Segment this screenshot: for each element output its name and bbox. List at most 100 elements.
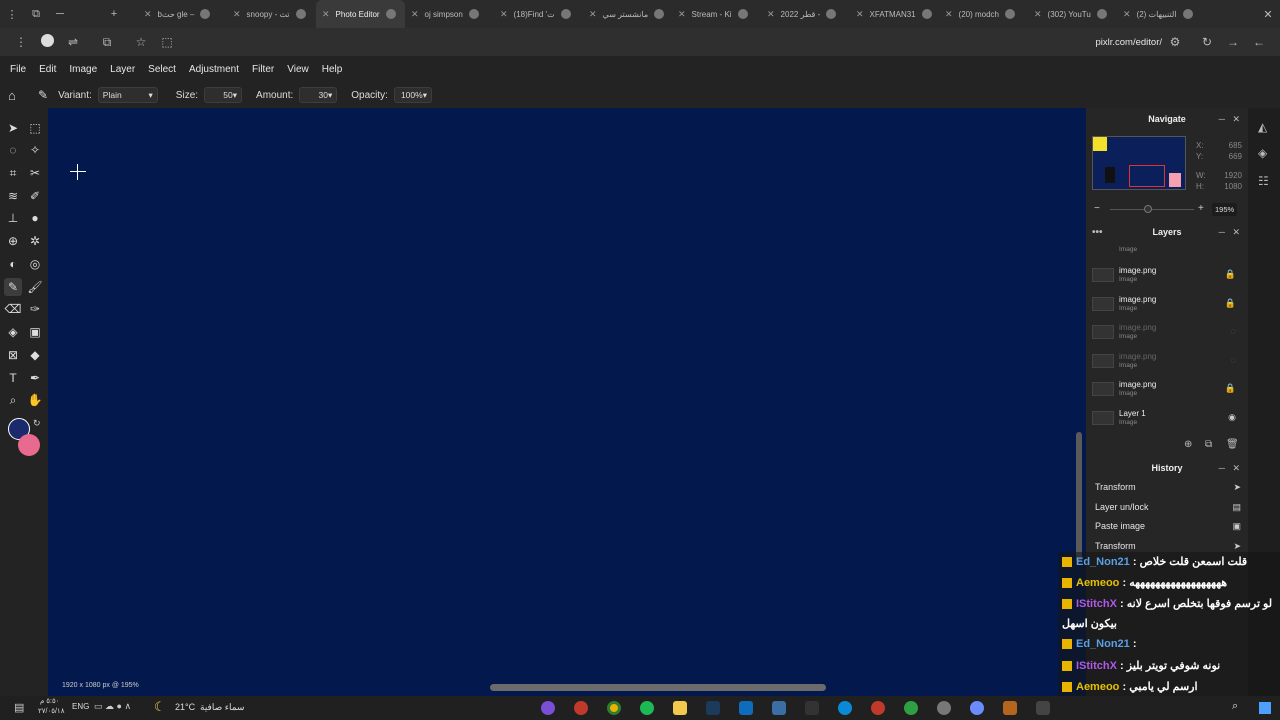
menu-item-edit[interactable]: Edit <box>39 64 56 75</box>
clone-stamp-icon[interactable]: ⊥ <box>4 209 22 227</box>
text-tool-icon[interactable]: T <box>4 369 22 387</box>
eyedropper-icon[interactable]: ✒ <box>26 369 44 387</box>
outlook-icon[interactable] <box>739 701 753 715</box>
vertical-scrollbar[interactable] <box>1076 432 1082 562</box>
red-eye-tool-icon[interactable]: ◎ <box>26 255 44 273</box>
new-tab-button[interactable]: + <box>102 8 126 20</box>
pencil-tool-icon[interactable]: ✎ <box>4 278 22 296</box>
layers-panel-icon[interactable]: ◈ <box>1258 146 1267 160</box>
menu-item-image[interactable]: Image <box>69 64 97 75</box>
settings-icon[interactable] <box>937 701 951 715</box>
customize-icon[interactable]: ⇌ <box>60 35 86 49</box>
brush-tool-icon[interactable]: 🖌 <box>26 278 44 296</box>
menu-item-layer[interactable]: Layer <box>110 64 135 75</box>
layers-controls[interactable]: ─ ✕ <box>1219 227 1240 238</box>
eye-hidden-icon[interactable]: ◌ <box>1231 355 1236 365</box>
app-icon-dark[interactable] <box>1036 701 1050 715</box>
amount-input[interactable]: 30 ▾ <box>299 87 338 103</box>
browser-tab[interactable]: ✕ oj simpson <box>405 0 494 28</box>
site-settings-icon[interactable]: ⚙ <box>1162 35 1188 49</box>
fill-tool-icon[interactable]: ◈ <box>4 323 22 341</box>
xbox-icon[interactable] <box>904 701 918 715</box>
crop-tool-icon[interactable]: ⌗ <box>4 164 22 182</box>
lock-icon[interactable]: 🔒 <box>1225 269 1236 280</box>
history-item[interactable]: Transform ➤ <box>1095 482 1241 492</box>
home-icon[interactable]: ⌂ <box>8 88 26 103</box>
app-icon-red[interactable] <box>871 701 885 715</box>
hand-tool-icon[interactable]: ✋ <box>26 391 44 409</box>
layers-menu-icon[interactable]: ••• <box>1092 227 1103 238</box>
zoom-slider[interactable] <box>1110 209 1194 210</box>
marquee-tool-icon[interactable]: ⬚ <box>26 119 44 137</box>
eraser-tool-icon[interactable]: ⌫ <box>4 300 22 318</box>
layer-row[interactable]: image.png Image 🔒 <box>1086 263 1248 291</box>
gradient-tool-icon[interactable]: ▣ <box>26 323 44 341</box>
bookmark-star-icon[interactable]: ☆ <box>128 35 154 49</box>
chrome-icon[interactable] <box>607 701 621 715</box>
minimize-icon[interactable]: ─ <box>48 8 72 20</box>
menu-item-view[interactable]: View <box>287 64 309 75</box>
tab-close-icon[interactable]: ✕ <box>945 9 953 20</box>
opacity-input[interactable]: 100% ▾ <box>393 87 432 103</box>
lock-icon[interactable]: 🔒 <box>1225 383 1236 394</box>
close-window-icon[interactable]: ✕ <box>1256 8 1280 21</box>
tab-close-icon[interactable]: ✕ <box>500 9 508 20</box>
layer-row[interactable]: image.png Image ◌ <box>1086 349 1248 377</box>
navigate-panel-icon[interactable]: ◭ <box>1258 120 1267 134</box>
spotify-icon[interactable] <box>640 701 654 715</box>
reload-icon[interactable]: ↻ <box>1194 35 1220 49</box>
canvas[interactable] <box>48 108 1086 696</box>
edge-icon[interactable] <box>838 701 852 715</box>
menu-item-select[interactable]: Select <box>148 64 176 75</box>
replace-color-icon[interactable]: ✑ <box>26 300 44 318</box>
zoom-out-button[interactable]: − <box>1094 203 1100 214</box>
magic-wand-icon[interactable]: ✧ <box>26 141 44 159</box>
zoom-in-button[interactable]: + <box>1198 203 1204 214</box>
browser-tab[interactable]: ✕ (20) modch <box>939 0 1028 28</box>
back-icon[interactable]: ← <box>1246 35 1272 49</box>
duplicate-layer-icon[interactable]: ⧉ <box>1205 439 1212 450</box>
variant-select[interactable]: Plain ▾ <box>97 87 158 103</box>
history-item[interactable]: Layer un/lock ▤ <box>1095 502 1241 512</box>
cutout-tool-icon[interactable]: ✂ <box>26 164 44 182</box>
terminal-icon[interactable] <box>805 701 819 715</box>
tab-close-icon[interactable]: ✕ <box>1034 9 1042 20</box>
search-icon[interactable]: ⌕ <box>1232 700 1238 713</box>
eye-icon[interactable]: ◉ <box>1228 412 1236 423</box>
browser-tab[interactable]: ✕ قطر 2022 - <box>761 0 850 28</box>
menu-item-file[interactable]: File <box>10 64 26 75</box>
navigator-thumbnail[interactable] <box>1092 136 1186 190</box>
browser-tab[interactable]: ✕ (302) YouTu <box>1028 0 1117 28</box>
secondary-color-swatch[interactable] <box>18 434 40 456</box>
tab-close-icon[interactable]: ✕ <box>767 9 775 20</box>
horizontal-scrollbar[interactable] <box>490 684 826 691</box>
browser-tab[interactable]: ✕ XFATMAN31 <box>850 0 939 28</box>
swap-colors-icon[interactable]: ↻ <box>33 418 41 429</box>
browser-tab[interactable]: ✕ snoopy - تث <box>227 0 316 28</box>
tray-icons[interactable]: ▭ ☁ ● ∧ <box>94 701 131 712</box>
tab-close-icon[interactable]: ✕ <box>144 9 152 20</box>
size-input[interactable]: 50 ▾ <box>204 87 243 103</box>
window-restore-icon[interactable]: ⧉ <box>24 8 48 21</box>
tab-close-icon[interactable]: ✕ <box>589 9 597 20</box>
app-icon-colorful[interactable] <box>970 701 984 715</box>
steam-icon[interactable] <box>706 701 720 715</box>
file-explorer-icon[interactable] <box>673 701 687 715</box>
weather-temp[interactable]: 21°C <box>175 702 195 712</box>
layer-row[interactable]: image.png Image 🔒 <box>1086 292 1248 320</box>
browser-tab[interactable]: ✕ bحث gle – <box>138 0 227 28</box>
tab-close-icon[interactable]: ✕ <box>678 9 686 20</box>
tab-search-icon[interactable]: ⋮ <box>0 8 24 21</box>
menu-item-adjustment[interactable]: Adjustment <box>189 64 239 75</box>
layer-row[interactable]: image.png Image ◌ <box>1086 320 1248 348</box>
browser-tab[interactable]: ✕ Photo Editor <box>316 0 405 28</box>
menu-dots-icon[interactable]: ⋮ <box>8 35 34 49</box>
tab-close-icon[interactable]: ✕ <box>322 9 330 20</box>
navigate-controls[interactable]: ─ ✕ <box>1219 114 1240 125</box>
browser-tab[interactable]: ✕ (2) التنبيهات <box>1117 0 1206 28</box>
browser-tab[interactable]: ✕ مانشستر سي <box>583 0 672 28</box>
zoom-slider-handle[interactable] <box>1144 205 1152 213</box>
adjust-panel-icon[interactable]: ☷ <box>1258 174 1269 188</box>
zoom-value[interactable]: 195% <box>1212 203 1238 216</box>
add-layer-icon[interactable]: ⊕ <box>1184 439 1192 450</box>
